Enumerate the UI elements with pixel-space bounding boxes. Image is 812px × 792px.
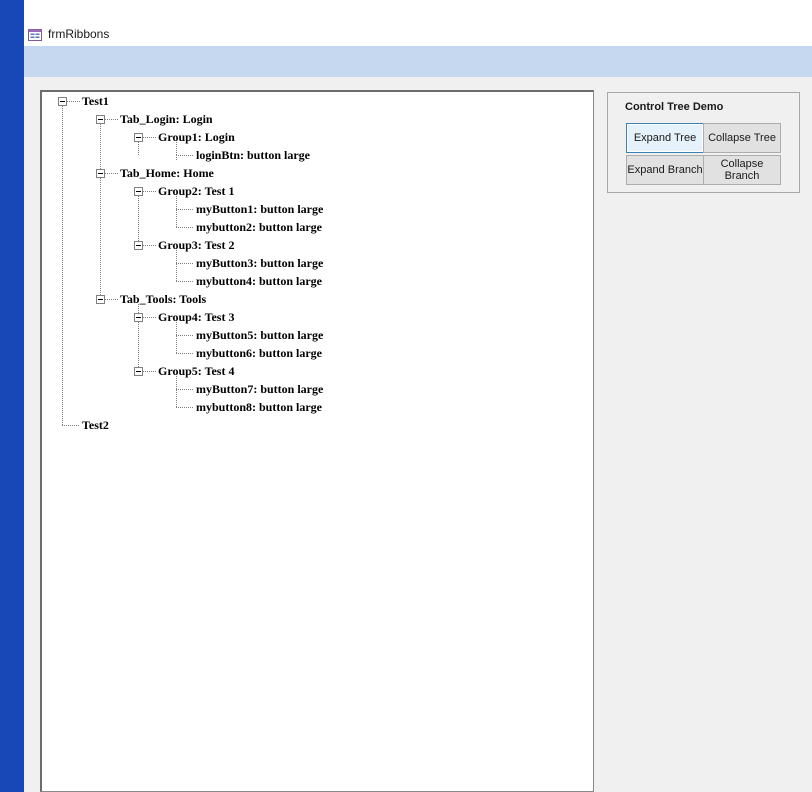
tree-node-mybutton8[interactable]: mybutton8: button large	[196, 398, 322, 416]
tree-node-test2[interactable]: Test2	[82, 416, 109, 434]
tree-node-group5[interactable]: Group5: Test 4	[158, 362, 234, 380]
tree-node-loginbtn[interactable]: loginBtn: button large	[196, 146, 310, 164]
tree-node-mybutton7[interactable]: myButton7: button large	[196, 380, 323, 398]
tree-connector-lines	[58, 97, 194, 426]
left-accent-strip	[0, 0, 24, 792]
panel-title: Control Tree Demo	[625, 101, 724, 113]
tree-node-group2[interactable]: Group2: Test 1	[158, 182, 234, 200]
tree-node-group4[interactable]: Group4: Test 3	[158, 308, 234, 326]
form-header-band	[24, 46, 812, 77]
tree-node-tab-home[interactable]: Tab_Home: Home	[120, 164, 214, 182]
tree-node-test1[interactable]: Test1	[82, 92, 109, 110]
collapse-branch-button[interactable]: Collapse Branch	[703, 155, 781, 185]
collapse-tree-button[interactable]: Collapse Tree	[703, 123, 781, 153]
tree-node-tab-tools[interactable]: Tab_Tools: Tools	[120, 290, 206, 308]
tree-node-mybutton4[interactable]: mybutton4: button large	[196, 272, 322, 290]
expand-tree-button[interactable]: Expand Tree	[626, 123, 704, 153]
form-title: frmRibbons	[48, 27, 110, 41]
tree-node-tab-login[interactable]: Tab_Login: Login	[120, 110, 213, 128]
tree-node-mybutton6[interactable]: mybutton6: button large	[196, 344, 322, 362]
tree-view-control[interactable]: Test1 Tab_Login: Login Group1: Login log…	[40, 90, 594, 792]
control-tree-demo-panel: Control Tree Demo Expand Tree Collapse T…	[607, 92, 800, 193]
tree-node-mybutton3[interactable]: myButton3: button large	[196, 254, 323, 272]
expand-branch-button[interactable]: Expand Branch	[626, 155, 704, 185]
form-title-bar: frmRibbons	[24, 22, 812, 46]
tree-node-mybutton5[interactable]: myButton5: button large	[196, 326, 323, 344]
tree-node-group1[interactable]: Group1: Login	[158, 128, 235, 146]
tree-node-mybutton2[interactable]: mybutton2: button large	[196, 218, 322, 236]
form-icon	[28, 28, 42, 41]
tree-node-group3[interactable]: Group3: Test 2	[158, 236, 234, 254]
tree-node-mybutton1[interactable]: myButton1: button large	[196, 200, 323, 218]
